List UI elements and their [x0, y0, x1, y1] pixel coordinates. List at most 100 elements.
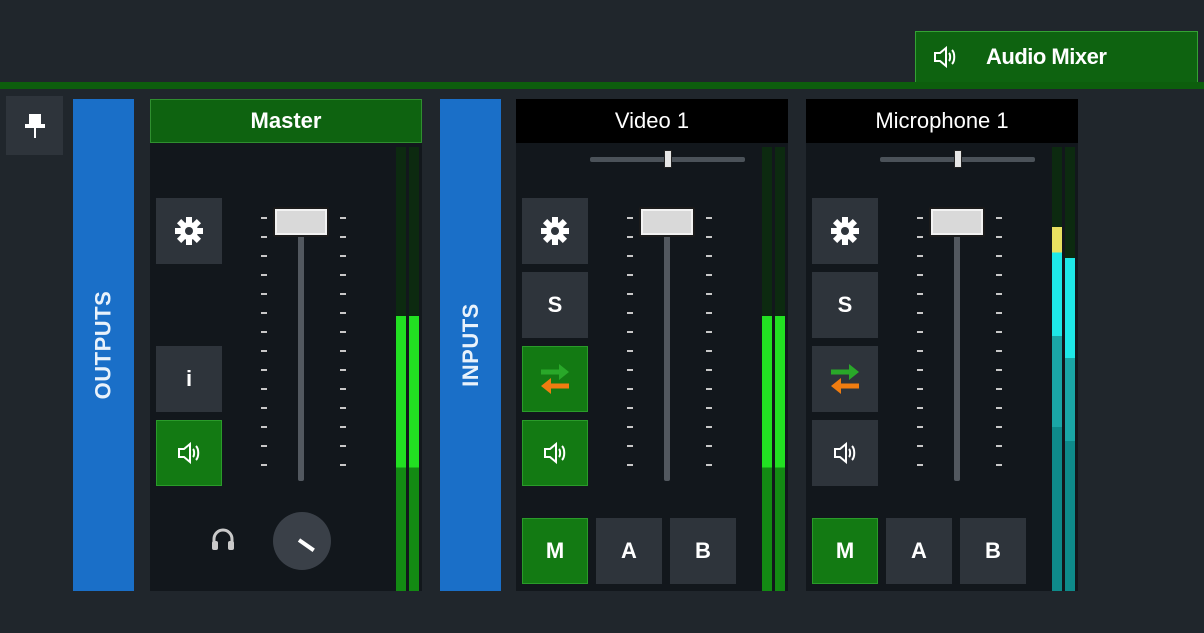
master-meter-right [409, 147, 419, 591]
fader-scale-tick [917, 445, 923, 447]
fader-scale-tick [627, 293, 633, 295]
top-divider [0, 82, 1204, 89]
fader-scale-tick [261, 274, 267, 276]
fader-scale-tick [261, 293, 267, 295]
fader-track[interactable] [954, 209, 960, 481]
fader-scale-tick [261, 426, 267, 428]
input-channel-video-1: Video 1 S M A B [516, 99, 788, 591]
fader-scale-tick [917, 293, 923, 295]
fader-scale-tick [706, 236, 712, 238]
fader-scale-tick [627, 369, 633, 371]
speaker-icon [544, 441, 566, 465]
swap-arrows-icon [541, 364, 569, 394]
fader-scale-tick [706, 350, 712, 352]
fader-scale-tick [261, 255, 267, 257]
info-label: i [185, 366, 193, 391]
master-fader-handle[interactable] [273, 207, 329, 237]
fader-scale-tick [340, 217, 346, 219]
tab-label: Audio Mixer [986, 44, 1107, 69]
fader-track[interactable] [664, 209, 670, 481]
fader-scale-tick [627, 255, 633, 257]
mute-button-m[interactable]: M [812, 518, 878, 584]
meter-right [1065, 147, 1075, 591]
pan-slider-handle[interactable] [954, 150, 962, 168]
mute-button-b[interactable]: B [670, 518, 736, 584]
speaker-icon [934, 45, 956, 69]
fader-handle[interactable] [929, 207, 985, 237]
fader-handle[interactable] [639, 207, 695, 237]
fader-scale-tick [261, 217, 267, 219]
fader-scale-tick [996, 350, 1002, 352]
master-settings-button[interactable] [156, 198, 222, 264]
pin-button[interactable] [6, 96, 63, 155]
speaker-button[interactable] [812, 420, 878, 486]
fader-scale-tick [627, 464, 633, 466]
channel-title: Microphone 1 [806, 99, 1078, 143]
fader-scale-tick [917, 312, 923, 314]
fader-scale-tick [996, 369, 1002, 371]
fader-scale-tick [996, 274, 1002, 276]
pan-slider-handle[interactable] [664, 150, 672, 168]
fader-scale-tick [261, 445, 267, 447]
fader-scale-tick [917, 255, 923, 257]
fader-scale-tick [996, 236, 1002, 238]
master-info-button[interactable]: i [156, 346, 222, 412]
channel-title: Video 1 [516, 99, 788, 143]
mute-label: B [695, 538, 711, 563]
settings-button[interactable] [522, 198, 588, 264]
fader-scale-tick [340, 331, 346, 333]
mute-button-b[interactable]: B [960, 518, 1026, 584]
headphone-volume-knob[interactable] [273, 512, 331, 570]
master-fader-track[interactable] [298, 209, 304, 481]
settings-button[interactable] [812, 198, 878, 264]
fader-scale-tick [706, 255, 712, 257]
fader-scale-tick [917, 426, 923, 428]
solo-label: S [837, 292, 853, 317]
fader-scale-tick [261, 407, 267, 409]
mute-label: B [985, 538, 1001, 563]
input-channel-microphone-1: Microphone 1 S M A B [806, 99, 1078, 591]
master-speaker-button[interactable] [156, 420, 222, 486]
speaker-button[interactable] [522, 420, 588, 486]
fader-scale-tick [340, 388, 346, 390]
fader-scale-tick [261, 312, 267, 314]
fader-scale-tick [917, 274, 923, 276]
fader-scale-tick [996, 464, 1002, 466]
routing-button[interactable] [812, 346, 878, 412]
solo-button[interactable]: S [522, 272, 588, 338]
fader-scale-tick [340, 255, 346, 257]
outputs-sidebar[interactable]: OUTPUTS [73, 99, 134, 591]
master-title: Master [150, 99, 422, 143]
routing-button[interactable] [522, 346, 588, 412]
fader-scale-tick [996, 445, 1002, 447]
fader-scale-tick [340, 274, 346, 276]
fader-scale-tick [706, 217, 712, 219]
meter-left [1052, 147, 1062, 591]
inputs-sidebar[interactable]: INPUTS [440, 99, 501, 591]
fader-scale-tick [706, 464, 712, 466]
fader-scale-tick [261, 369, 267, 371]
swap-arrows-icon [831, 364, 859, 394]
mute-button-a[interactable]: A [596, 518, 662, 584]
master-channel: Master i [150, 99, 422, 591]
fader-scale-tick [627, 426, 633, 428]
solo-button[interactable]: S [812, 272, 878, 338]
fader-scale-tick [996, 426, 1002, 428]
fader-scale-tick [627, 388, 633, 390]
speaker-icon [834, 441, 856, 465]
fader-scale-tick [996, 388, 1002, 390]
fader-scale-tick [996, 312, 1002, 314]
knob-indicator [297, 538, 315, 552]
mute-button-a[interactable]: A [886, 518, 952, 584]
fader-scale-tick [340, 464, 346, 466]
fader-scale-tick [706, 312, 712, 314]
fader-scale-tick [261, 464, 267, 466]
mute-button-m[interactable]: M [522, 518, 588, 584]
gear-icon [831, 217, 859, 245]
fader-scale-tick [261, 236, 267, 238]
headphones-icon [212, 528, 234, 550]
mute-label: M [835, 538, 855, 563]
master-meter-left [396, 147, 406, 591]
tab-audio-mixer[interactable]: Audio Mixer [915, 31, 1198, 82]
speaker-icon [178, 441, 200, 465]
